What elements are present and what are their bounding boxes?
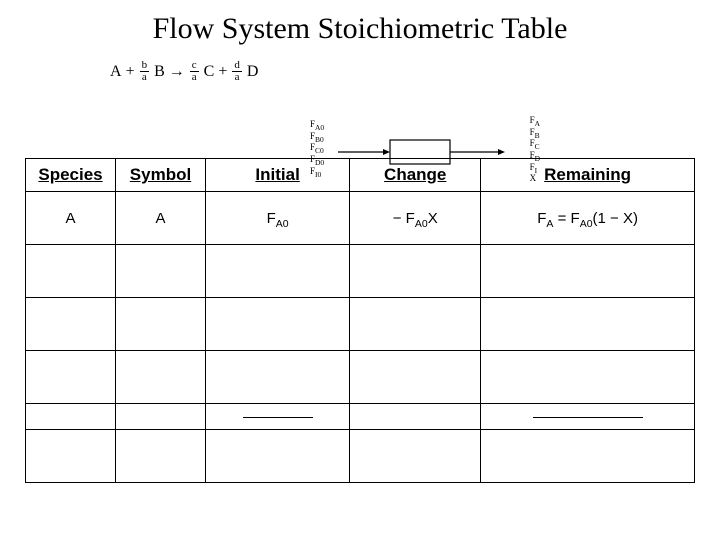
cell-D-initial bbox=[206, 351, 350, 404]
plus-1: + bbox=[126, 63, 135, 81]
cell-A-initial: FA0 bbox=[206, 192, 350, 245]
cell-C-change bbox=[350, 298, 481, 351]
hdr-remaining: Remaining bbox=[481, 159, 695, 192]
cell-D-symbol bbox=[116, 351, 206, 404]
hdr-change: Change bbox=[350, 159, 481, 192]
hdr-species: Species bbox=[26, 159, 116, 192]
table-row-A: A A FA0 − FA0X FA = FA0(1 − X) bbox=[26, 192, 695, 245]
cell-sep-initial bbox=[206, 404, 350, 430]
hdr-initial: Initial bbox=[206, 159, 350, 192]
page-title: Flow System Stoichiometric Table bbox=[0, 12, 720, 46]
stoichiometric-table: Species Symbol Initial Change Remaining … bbox=[25, 158, 695, 483]
cell-C-initial bbox=[206, 298, 350, 351]
cell-A-remaining: FA = FA0(1 − X) bbox=[481, 192, 695, 245]
plus-2: + bbox=[218, 63, 227, 81]
equation-area: A + b a B → c a C + d a D FA0 FB0 bbox=[110, 60, 610, 140]
cell-A-symbol: A bbox=[116, 192, 206, 245]
cell-sep-species bbox=[26, 404, 116, 430]
rule-remaining bbox=[533, 417, 643, 418]
cell-D-species bbox=[26, 351, 116, 404]
cell-C-species bbox=[26, 298, 116, 351]
out-FA: FA bbox=[530, 116, 540, 128]
table-row-sep bbox=[26, 404, 695, 430]
frac-ba-den: a bbox=[140, 72, 149, 83]
cell-sep-change bbox=[350, 404, 481, 430]
in-FA0: FA0 bbox=[310, 120, 324, 132]
arrow: → bbox=[169, 63, 185, 81]
cell-C-symbol bbox=[116, 298, 206, 351]
reaction-equation: A + b a B → c a C + d a D bbox=[110, 60, 610, 83]
rule-initial bbox=[243, 417, 313, 418]
cell-T-symbol bbox=[116, 430, 206, 483]
sym-A: A bbox=[110, 63, 122, 81]
cell-T-initial bbox=[206, 430, 350, 483]
cell-sep-remaining bbox=[481, 404, 695, 430]
cell-T-species bbox=[26, 430, 116, 483]
sym-B: B bbox=[154, 63, 165, 81]
sym-C: C bbox=[204, 63, 215, 81]
cell-T-change bbox=[350, 430, 481, 483]
cell-B-remaining bbox=[481, 245, 695, 298]
cell-B-change bbox=[350, 245, 481, 298]
hdr-symbol: Symbol bbox=[116, 159, 206, 192]
sym-D: D bbox=[247, 63, 259, 81]
cell-B-initial bbox=[206, 245, 350, 298]
cell-C-remaining bbox=[481, 298, 695, 351]
frac-ba: b a bbox=[140, 60, 150, 83]
cell-D-change bbox=[350, 351, 481, 404]
table-row-B bbox=[26, 245, 695, 298]
cell-A-change: − FA0X bbox=[350, 192, 481, 245]
table-header-row: Species Symbol Initial Change Remaining bbox=[26, 159, 695, 192]
cell-D-remaining bbox=[481, 351, 695, 404]
frac-da-den: a bbox=[233, 72, 242, 83]
frac-da: d a bbox=[232, 60, 242, 83]
cell-sep-symbol bbox=[116, 404, 206, 430]
table-row-total bbox=[26, 430, 695, 483]
table-row-C bbox=[26, 298, 695, 351]
table-row-D bbox=[26, 351, 695, 404]
cell-B-species bbox=[26, 245, 116, 298]
frac-ca: c a bbox=[190, 60, 199, 83]
cell-T-remaining bbox=[481, 430, 695, 483]
frac-ca-den: a bbox=[190, 72, 199, 83]
cell-A-species: A bbox=[26, 192, 116, 245]
cell-B-symbol bbox=[116, 245, 206, 298]
slide-root: Flow System Stoichiometric Table A + b a… bbox=[0, 0, 720, 540]
